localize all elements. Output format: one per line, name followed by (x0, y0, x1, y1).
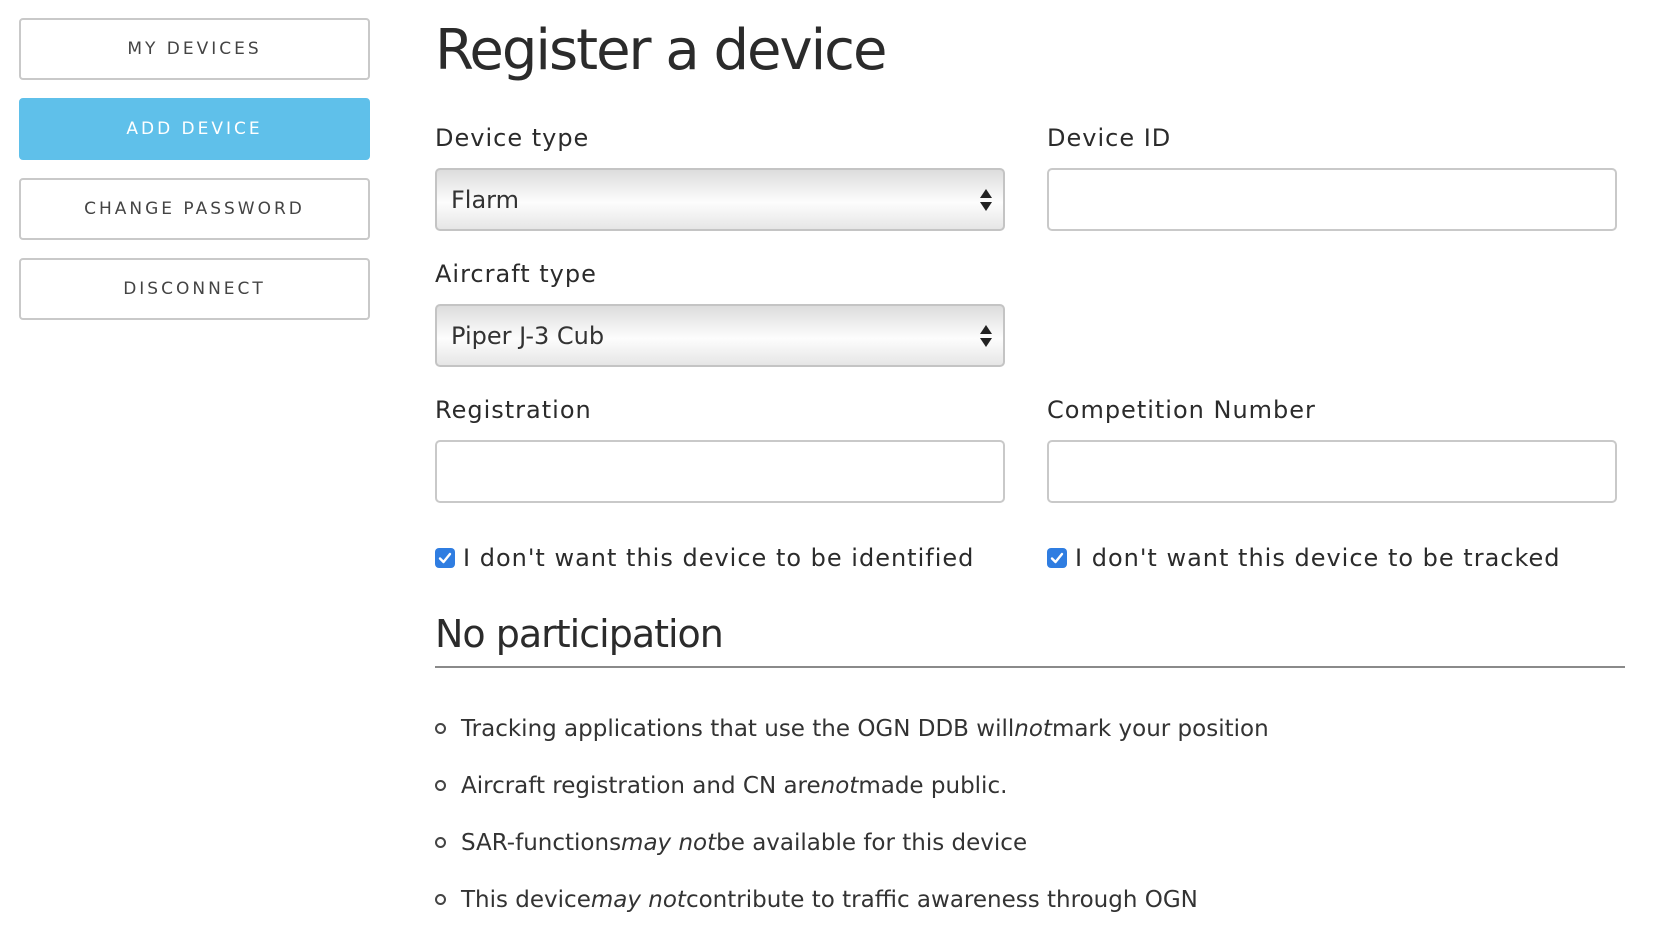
registration-input[interactable] (435, 440, 1005, 503)
hollow-circle-bullet-icon (435, 894, 446, 905)
list-item: SAR-functions may not be available for t… (435, 814, 1269, 871)
bullet-text-before: This device (461, 886, 591, 913)
competition-number-input[interactable] (1047, 440, 1617, 503)
device-type-value: Flarm (451, 185, 520, 214)
bullet-text-emphasis: not (1014, 715, 1052, 742)
up-down-arrows-icon (980, 189, 992, 211)
hollow-circle-bullet-icon (435, 837, 446, 848)
bullet-text-before: SAR-functions (461, 829, 622, 856)
bullet-text-after: mark your position (1051, 715, 1269, 742)
page-title: Register a device (435, 18, 887, 83)
no-identify-label[interactable]: I don't want this device to be identifie… (463, 544, 974, 572)
aircraft-type-value: Piper J-3 Cub (451, 321, 605, 350)
bullet-text-emphasis: may not (590, 886, 686, 913)
up-down-arrows-icon (980, 325, 992, 347)
bullet-text-after: made public. (858, 772, 1008, 799)
bullet-text-before: Tracking applications that use the OGN D… (461, 715, 1015, 742)
list-item: Aircraft registration and CN are not mad… (435, 757, 1269, 814)
section-title: No participation (435, 612, 724, 656)
aircraft-type-select[interactable]: Piper J-3 Cub (435, 304, 1005, 367)
no-track-label[interactable]: I don't want this device to be tracked (1075, 544, 1561, 572)
registration-label: Registration (435, 396, 592, 424)
disconnect-button[interactable]: DISCONNECT (19, 258, 370, 320)
device-id-label: Device ID (1047, 124, 1172, 152)
no-identify-checkbox[interactable] (435, 548, 455, 568)
hollow-circle-bullet-icon (435, 723, 446, 734)
device-type-label: Device type (435, 124, 590, 152)
bullet-text-emphasis: may not (621, 829, 717, 856)
bullet-text-emphasis: not (820, 772, 859, 799)
hollow-circle-bullet-icon (435, 780, 446, 791)
no-track-checkbox[interactable] (1047, 548, 1067, 568)
no-identify-option: I don't want this device to be identifie… (435, 544, 974, 572)
no-track-option: I don't want this device to be tracked (1047, 544, 1561, 572)
participation-list: Tracking applications that use the OGN D… (435, 700, 1269, 928)
checkmark-icon (438, 552, 452, 564)
bullet-text-after: be available for this device (716, 829, 1028, 856)
section-divider (435, 666, 1625, 668)
competition-number-label: Competition Number (1047, 396, 1316, 424)
aircraft-type-label: Aircraft type (435, 260, 597, 288)
change-password-button[interactable]: CHANGE PASSWORD (19, 178, 370, 240)
my-devices-button[interactable]: MY DEVICES (19, 18, 370, 80)
bullet-text-after: contribute to traffic awareness through … (685, 886, 1198, 913)
checkmark-icon (1050, 552, 1064, 564)
list-item: This device may not contribute to traffi… (435, 871, 1269, 928)
device-type-select[interactable]: Flarm (435, 168, 1005, 231)
bullet-text-before: Aircraft registration and CN are (461, 772, 821, 799)
sidebar: MY DEVICES ADD DEVICE CHANGE PASSWORD DI… (19, 18, 370, 338)
list-item: Tracking applications that use the OGN D… (435, 700, 1269, 757)
device-id-input[interactable] (1047, 168, 1617, 231)
add-device-button[interactable]: ADD DEVICE (19, 98, 370, 160)
